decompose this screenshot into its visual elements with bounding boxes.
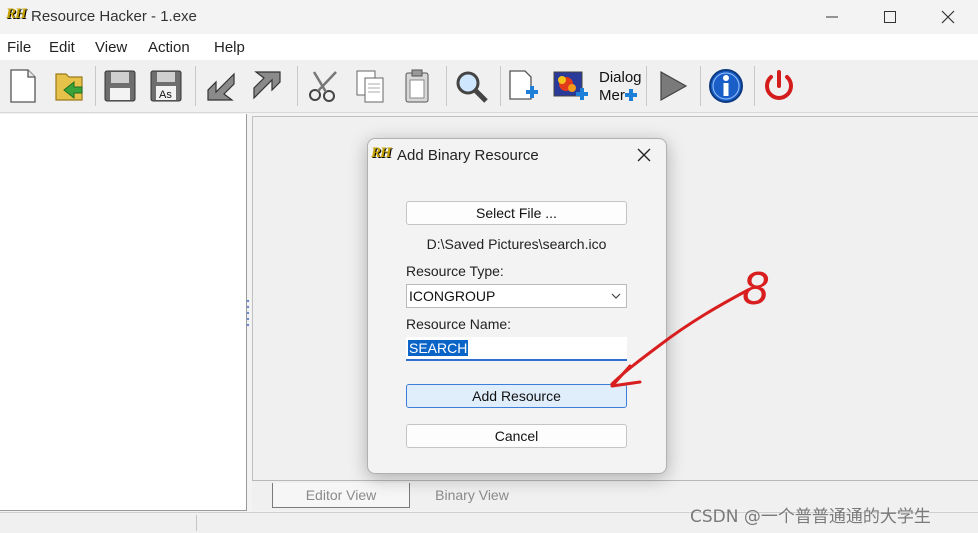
compile-button[interactable] [200, 66, 240, 106]
exit-button[interactable] [759, 66, 799, 106]
play-icon [660, 70, 688, 102]
close-icon [637, 148, 651, 162]
chevron-down-icon [611, 293, 621, 299]
new-button[interactable] [3, 66, 43, 106]
maximize-icon [884, 11, 896, 23]
dialog-label-bottom: Mer [599, 87, 625, 104]
power-icon [765, 70, 793, 100]
resource-name-label: Resource Name: [406, 316, 512, 332]
add-image-resource-icon [553, 71, 588, 100]
app-logo-icon: RH [6, 6, 27, 22]
paste-button[interactable] [397, 66, 437, 106]
dialog-close-button[interactable] [630, 143, 658, 167]
tab-binary-view[interactable]: Binary View [410, 483, 534, 507]
toolbar-separator [500, 66, 501, 106]
arrow-down-left-icon [207, 72, 235, 101]
maximize-button[interactable] [861, 0, 919, 34]
dialog-logo-icon: RH [371, 145, 392, 161]
add-binary-resource-dialog: RH Add Binary Resource Select File ... D… [367, 138, 667, 474]
window-title: Resource Hacker - 1.exe [31, 8, 197, 25]
title-bar: RH Resource Hacker - 1.exe [0, 0, 978, 34]
selected-file-path: D:\Saved Pictures\search.ico [426, 236, 607, 252]
dialog-menu-icon: Dialog Mer [599, 69, 641, 104]
run-script-button[interactable] [248, 66, 288, 106]
dialog-title: Add Binary Resource [397, 147, 539, 164]
toolbar-separator [95, 66, 96, 106]
magnifier-icon [456, 71, 488, 103]
add-blank-resource-icon [509, 70, 538, 100]
resource-type-value: ICONGROUP [409, 288, 496, 304]
add-dialog-menu-button[interactable]: Dialog Mer [597, 66, 641, 106]
menu-bar: File Edit View Action Help [0, 34, 978, 60]
info-icon [709, 69, 743, 103]
menu-help[interactable]: Help [214, 39, 245, 56]
tab-editor-view-label: Editor View [305, 487, 377, 503]
minimize-button[interactable] [803, 0, 861, 34]
toolbar-separator [754, 66, 755, 106]
toolbar-separator [446, 66, 447, 106]
copy-icon [356, 70, 384, 103]
paste-clipboard-icon [405, 69, 429, 103]
resource-type-label: Resource Type: [406, 263, 504, 279]
tab-editor-view[interactable]: Editor View [272, 483, 410, 508]
tab-binary-view-label: Binary View [435, 487, 509, 503]
add-resource-button[interactable]: Add Resource [406, 384, 627, 408]
close-icon [941, 10, 955, 24]
save-button[interactable] [100, 66, 140, 106]
find-button[interactable] [451, 66, 491, 106]
save-as-button[interactable]: As [146, 66, 186, 106]
add-blank-resource-button[interactable] [503, 66, 543, 106]
save-as-icon: As [150, 70, 182, 102]
open-button[interactable] [49, 66, 89, 106]
cut-button[interactable] [304, 66, 344, 106]
pane-splitter[interactable] [246, 298, 250, 330]
menu-edit[interactable]: Edit [49, 39, 75, 56]
menu-action[interactable]: Action [148, 39, 190, 56]
resource-name-value: SEARCH [408, 340, 469, 356]
run-button[interactable] [652, 66, 692, 106]
toolbar: As Dialog Mer [0, 60, 978, 113]
svg-text:As: As [159, 89, 172, 101]
dialog-label-top: Dialog [599, 69, 641, 86]
watermark: CSDN @一个普普通通的大学生 [690, 507, 931, 527]
scissors-icon [309, 71, 337, 102]
save-disk-icon [104, 70, 136, 102]
toolbar-separator [700, 66, 701, 106]
toolbar-separator [195, 66, 196, 106]
toolbar-separator [646, 66, 647, 106]
menu-view[interactable]: View [95, 39, 127, 56]
arrow-up-right-icon [253, 71, 281, 100]
resource-tree[interactable] [0, 114, 247, 511]
about-button[interactable] [706, 66, 746, 106]
toolbar-separator [297, 66, 298, 106]
resource-type-select[interactable]: ICONGROUP [406, 284, 627, 308]
minimize-icon [826, 16, 838, 18]
select-file-button[interactable]: Select File ... [406, 201, 627, 225]
resource-name-input[interactable]: SEARCH [406, 337, 627, 361]
close-window-button[interactable] [919, 0, 977, 34]
menu-file[interactable]: File [7, 39, 31, 56]
add-image-resource-button[interactable] [551, 66, 591, 106]
open-folder-icon [55, 73, 83, 101]
status-separator [196, 515, 197, 531]
dialog-title-bar: RH Add Binary Resource [368, 139, 666, 171]
copy-button[interactable] [350, 66, 390, 106]
cancel-button[interactable]: Cancel [406, 424, 627, 448]
new-file-icon [10, 69, 36, 103]
